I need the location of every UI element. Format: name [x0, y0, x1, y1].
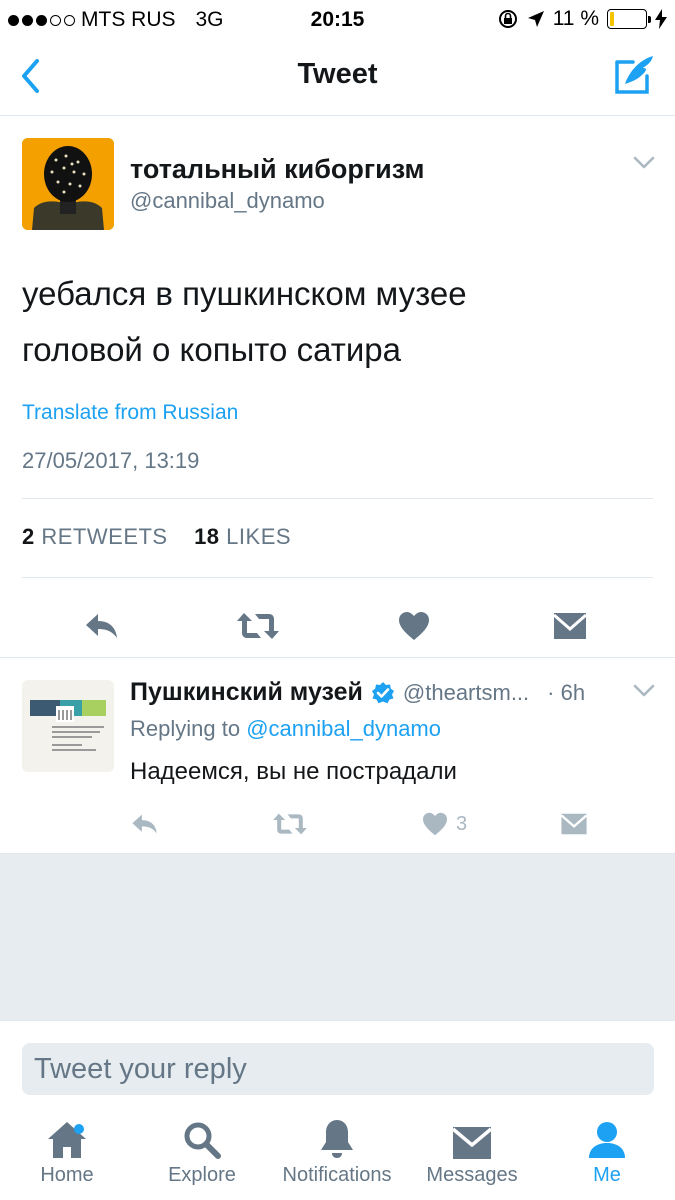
- tab-notifications[interactable]: Notifications: [276, 1112, 398, 1200]
- battery-percent: 11 %: [552, 7, 599, 30]
- avatar[interactable]: [22, 680, 114, 772]
- reply-button[interactable]: [72, 594, 132, 658]
- reply-options-button[interactable]: [633, 684, 655, 703]
- page-title: Tweet: [297, 58, 378, 90]
- location-arrow-icon: [527, 11, 544, 27]
- like-label: LIKES: [226, 524, 292, 549]
- avatar-image: [22, 138, 114, 230]
- tweet-text-line: головой о копыто сатира: [22, 331, 401, 368]
- divider: [22, 498, 653, 499]
- reply-tweet[interactable]: Пушкинский музей @theartsm... · 6h Reply…: [0, 657, 675, 854]
- reply-author-name[interactable]: Пушкинский музей: [130, 678, 363, 707]
- author-name[interactable]: тотальный киборгизм: [130, 154, 424, 185]
- retweets-stat[interactable]: 2 RETWEETS: [22, 524, 168, 549]
- status-right: 11 %: [497, 7, 667, 31]
- search-icon: [184, 1122, 221, 1159]
- reply-input[interactable]: Tweet your reply: [22, 1043, 654, 1095]
- translate-link[interactable]: Translate from Russian: [22, 401, 238, 425]
- envelope-icon: [553, 613, 587, 639]
- tweet-actions: [0, 594, 675, 658]
- empty-thread-area: [0, 854, 675, 1020]
- tab-label: Home: [40, 1164, 94, 1186]
- tab-explore[interactable]: Explore: [162, 1112, 242, 1200]
- reply-author-handle[interactable]: @theartsm...: [403, 680, 529, 706]
- reply-composer: Tweet your reply: [0, 1020, 675, 1112]
- tweet-stats: 2 RETWEETS 18 LIKES: [22, 524, 291, 550]
- heart-icon: [399, 612, 429, 640]
- tweet-text: уебался в пушкинском музее головой о коп…: [22, 266, 642, 378]
- chevron-down-icon: [633, 684, 655, 697]
- tab-label: Notifications: [282, 1164, 392, 1186]
- reply-text: Надеемся, вы не пострадали: [130, 758, 457, 785]
- reply-icon: [132, 814, 157, 834]
- tab-me[interactable]: Me: [572, 1112, 642, 1200]
- reply-actions: 3: [0, 806, 675, 842]
- divider: [22, 577, 653, 578]
- envelope-icon: [452, 1127, 492, 1159]
- author-handle[interactable]: @cannibal_dynamo: [130, 188, 325, 214]
- reply-time: · 6h: [547, 679, 586, 705]
- tab-label: Messages: [426, 1164, 518, 1186]
- tab-home[interactable]: Home: [30, 1112, 104, 1200]
- tab-messages[interactable]: Messages: [422, 1112, 522, 1200]
- replying-to-link[interactable]: @cannibal_dynamo: [246, 716, 441, 741]
- retweet-label: RETWEETS: [41, 524, 168, 549]
- tweet-options-button[interactable]: [633, 156, 655, 175]
- reply-like-count: 3: [456, 812, 468, 835]
- replying-to-line: Replying to @cannibal_dynamo: [130, 716, 441, 742]
- compose-tweet-button[interactable]: [613, 52, 657, 96]
- avatar[interactable]: [22, 138, 114, 230]
- status-bar: MTS RUS 3G 20:15 11 %: [0, 0, 675, 38]
- retweet-count: 2: [22, 524, 35, 549]
- bell-icon: [321, 1120, 353, 1158]
- likes-stat[interactable]: 18 LIKES: [194, 524, 291, 549]
- battery-fill: [610, 12, 614, 26]
- tab-bar: Home Explore Notifications Messages Me: [0, 1112, 675, 1200]
- chevron-down-icon: [633, 156, 655, 169]
- battery-icon: [607, 9, 651, 29]
- orientation-lock-icon: [498, 10, 517, 28]
- like-count: 18: [194, 524, 220, 549]
- tweet-text-line: уебался в пушкинском музее: [22, 275, 467, 312]
- reply-dm-button[interactable]: [560, 806, 588, 842]
- reply-header: Пушкинский музей @theartsm... · 6h: [130, 678, 585, 707]
- replying-prefix: Replying to: [130, 716, 241, 741]
- reply-icon: [86, 614, 117, 638]
- retweet-icon: [273, 813, 307, 835]
- like-button[interactable]: [384, 594, 444, 658]
- reply-reply-button[interactable]: [130, 806, 160, 842]
- tab-label: Me: [593, 1164, 621, 1186]
- direct-message-button[interactable]: [540, 594, 600, 658]
- retweet-button[interactable]: [228, 594, 288, 658]
- retweet-icon: [237, 613, 279, 639]
- tab-label: Explore: [168, 1164, 236, 1186]
- tweet-timestamp: 27/05/2017, 13:19: [22, 448, 200, 473]
- person-icon: [589, 1122, 625, 1158]
- compose-tweet-icon: [615, 56, 653, 94]
- heart-icon: [423, 812, 447, 836]
- envelope-icon: [560, 813, 588, 835]
- reply-like-button[interactable]: 3: [422, 806, 467, 842]
- home-notification-dot: [74, 1124, 84, 1134]
- reply-retweet-button[interactable]: [272, 806, 308, 842]
- navigation-bar: Tweet: [0, 38, 675, 116]
- charging-bolt-icon: [655, 9, 667, 29]
- museum-logo-image: [22, 680, 114, 772]
- reply-input-placeholder: Tweet your reply: [34, 1052, 247, 1085]
- verified-badge-icon: [371, 681, 394, 703]
